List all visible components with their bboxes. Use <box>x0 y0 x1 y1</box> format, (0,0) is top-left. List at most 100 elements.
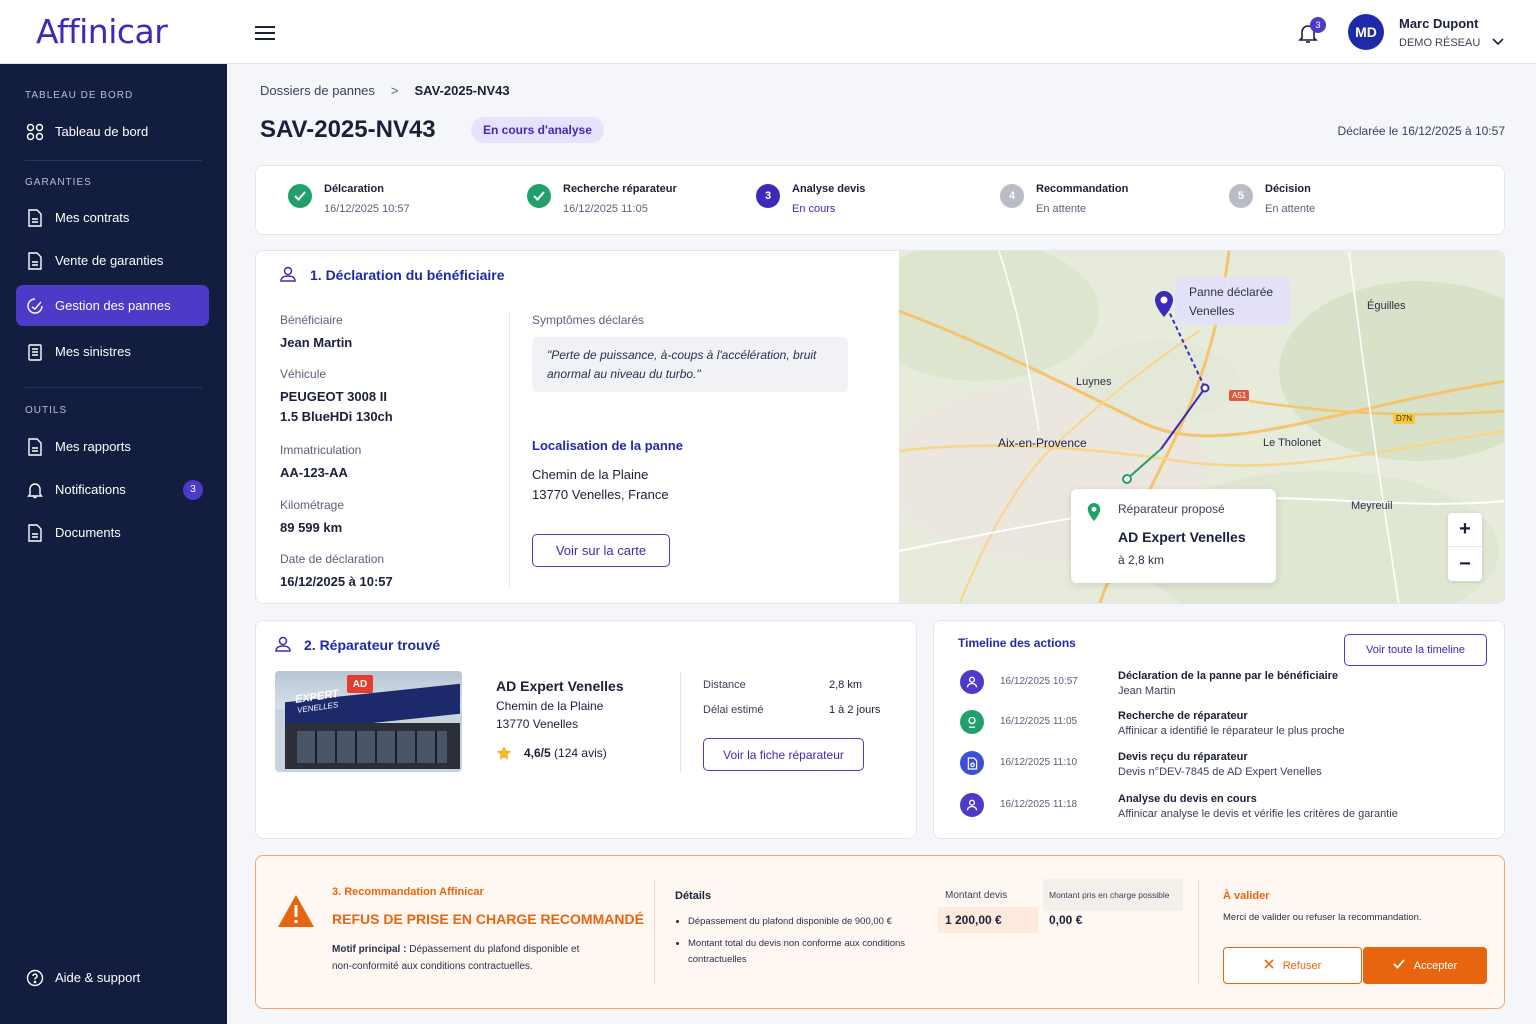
breadcrumb-separator: > <box>390 83 399 98</box>
user-name: Marc Dupont <box>1399 16 1479 31</box>
recommendation-headline: REFUS DE PRISE EN CHARGE RECOMMANDÉ <box>332 911 644 927</box>
timeline-item: 16/12/2025 11:10 Devis reçu du réparateu… <box>960 751 1322 778</box>
zoom-in-button[interactable]: + <box>1448 513 1482 547</box>
accept-label: Accepter <box>1413 959 1458 972</box>
repairer-map-card[interactable]: Réparateur proposé AD Expert Venelles à … <box>1071 489 1276 583</box>
step-number: 5 <box>1229 184 1253 208</box>
document-icon <box>25 251 45 271</box>
prise-label: Montant pris en charge possible <box>1043 879 1183 911</box>
warning-icon <box>277 894 315 933</box>
vehicule-label: Véhicule <box>280 367 327 381</box>
timeline-item: 16/12/2025 10:57 Déclaration de la panne… <box>960 670 1338 697</box>
timeline-item: 16/12/2025 11:05 Recherche de réparateur… <box>960 710 1345 737</box>
status-badge: En cours d'analyse <box>471 117 604 143</box>
user-icon <box>280 266 296 287</box>
sidebar-item-vente[interactable]: Vente de garanties <box>16 240 209 281</box>
step-title: Analyse devis <box>792 183 866 195</box>
date-label: Date de déclaration <box>280 552 385 566</box>
brand-logo[interactable]: Affinicar <box>36 12 168 51</box>
road-label: A51 <box>1229 390 1250 401</box>
menu-icon[interactable] <box>255 25 275 46</box>
step-decision: 5 Décision En attente <box>1229 183 1315 215</box>
detail-item: Montant total du devis non conforme aux … <box>688 936 940 968</box>
wrench-icon <box>25 296 45 316</box>
timeline-event-title: Déclaration de la panne par le bénéficia… <box>1118 670 1339 682</box>
close-icon <box>1264 959 1274 972</box>
accept-button[interactable]: Accepter <box>1363 947 1487 984</box>
immat-value: AA-123-AA <box>280 465 348 480</box>
avatar[interactable]: MD <box>1348 14 1384 50</box>
step-title: Décision <box>1265 183 1311 195</box>
map-town: Meyreuil <box>1351 500 1393 512</box>
breadcrumb-parent[interactable]: Dossiers de pannes <box>260 83 375 98</box>
montant-value: 1 200,00 € <box>938 907 1038 933</box>
section-dashboard: TABLEAU DE BORD <box>25 90 134 101</box>
refuse-button[interactable]: Refuser <box>1223 947 1362 984</box>
recommendation-motif: Motif principal : Dépassement du plafond… <box>332 941 602 975</box>
sidebar-item-pannes[interactable]: Gestion des pannes <box>16 285 209 326</box>
breadcrumb-current: SAV-2025-NV43 <box>414 83 510 98</box>
recommendation-label: 3. Recommandation Affinicar <box>332 886 484 898</box>
step-sub: En attente <box>1265 203 1316 215</box>
timeline-event-desc: Devis n°DEV-7845 de AD Expert Venelles <box>1118 766 1322 778</box>
timeline-time: 16/12/2025 11:05 <box>1000 716 1078 727</box>
help-support-link[interactable]: Aide & support <box>16 957 209 998</box>
chevron-down-icon[interactable] <box>1492 33 1504 51</box>
notification-badge: 3 <box>183 479 203 500</box>
progress-stepper <box>255 165 1505 235</box>
km-block: Kilométrage 89 599 km <box>280 498 344 538</box>
recommendation-card: 3. Recommandation Affinicar REFUS DE PRI… <box>255 855 1505 1009</box>
timeline-title: Timeline des actions <box>958 636 1076 650</box>
distance-value: 2,8 km <box>829 679 863 691</box>
repairer-map-distance: à 2,8 km <box>1118 553 1165 567</box>
repairer-map-name: AD Expert Venelles <box>1118 529 1246 545</box>
timeline-event-title: Analyse du devis en cours <box>1118 793 1257 805</box>
localisation-address-1: Chemin de la Plaine <box>532 467 649 482</box>
repairer-name[interactable]: AD Expert Venelles <box>496 678 624 694</box>
panne-town: Venelles <box>1189 304 1235 318</box>
repairer-rating: 4,6/5 (124 avis) <box>524 746 607 760</box>
panne-pin-icon[interactable] <box>1154 291 1174 322</box>
sidebar: Affinicar TABLEAU DE BORD Tableau de bor… <box>0 0 227 1024</box>
repairer-address-2: 13770 Venelles <box>496 717 579 731</box>
step-title: Délcaration <box>324 183 384 195</box>
delai-value: 1 à 2 jours <box>829 704 881 716</box>
bell-icon[interactable]: 3 <box>1296 17 1326 50</box>
sidebar-item-label: Mes sinistres <box>55 344 131 359</box>
sidebar-item-rapports[interactable]: Mes rapports <box>16 426 209 467</box>
zoom-out-button[interactable]: − <box>1448 547 1482 581</box>
step-number: 3 <box>756 184 780 208</box>
step-title: Recommandation <box>1036 183 1129 195</box>
detail-item: Dépassement du plafond disponible de 900… <box>688 914 940 930</box>
repairer-address-1: Chemin de la Plaine <box>496 699 604 713</box>
repairer-photo: EXPERT VENELLES AD <box>275 671 462 772</box>
sidebar-item-label: Mes rapports <box>55 439 131 454</box>
document-icon <box>25 437 45 457</box>
panne-tooltip: Panne déclarée Venelles <box>1175 277 1290 325</box>
timeline-view-all-button[interactable]: Voir toute la timeline <box>1344 634 1487 666</box>
map[interactable]: Panne déclarée Venelles Éguilles Luynes … <box>899 251 1504 603</box>
repairer-details-button[interactable]: Voir la fiche réparateur <box>703 738 864 771</box>
map-town: Éguilles <box>1367 300 1406 312</box>
sidebar-item-label: Notifications <box>55 482 126 497</box>
sidebar-item-dashboard[interactable]: Tableau de bord <box>16 111 209 152</box>
date-value: 16/12/2025 à 10:57 <box>280 574 393 589</box>
repairer-card: 2. Réparateur trouvé EXPERT VENELLES AD … <box>255 620 917 839</box>
symptomes-quote: "Perte de puissance, à-coups à l'accélér… <box>532 337 848 392</box>
details-list: Dépassement du plafond disponible de 900… <box>688 914 940 968</box>
sidebar-item-notifications[interactable]: Notifications 3 <box>16 469 209 510</box>
sidebar-item-contrats[interactable]: Mes contrats <box>16 197 209 238</box>
sidebar-item-sinistres[interactable]: Mes sinistres <box>16 331 209 372</box>
document-icon <box>25 523 45 543</box>
notification-count: 3 <box>1310 17 1326 33</box>
sidebar-item-documents[interactable]: Documents <box>16 512 209 553</box>
beneficiaire-label: Bénéficiaire <box>280 313 343 327</box>
divider <box>1198 881 1199 985</box>
search-user-icon <box>960 710 984 734</box>
view-map-button[interactable]: Voir sur la carte <box>532 534 670 567</box>
zoom-controls: + − <box>1448 513 1482 581</box>
prise-value: 0,00 € <box>1049 913 1083 927</box>
map-town: Le Tholonet <box>1263 437 1321 449</box>
ad-logo: AD <box>347 675 373 693</box>
step-recommandation: 4 Recommandation En attente <box>1000 183 1128 215</box>
